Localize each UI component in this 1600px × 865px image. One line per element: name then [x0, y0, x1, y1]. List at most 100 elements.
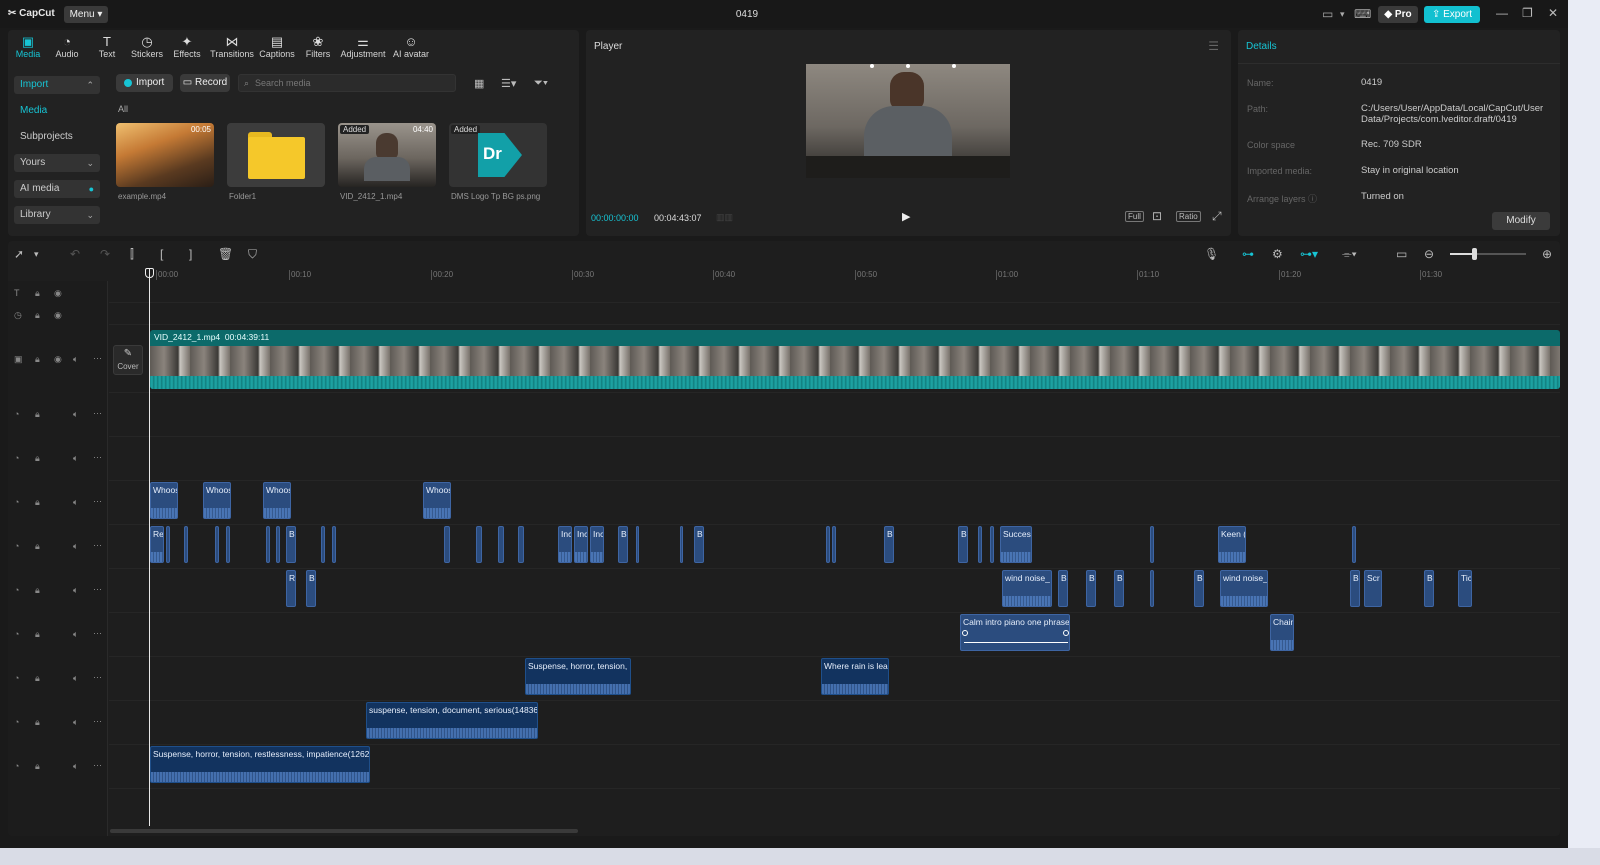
speaker-icon[interactable]: 🔈︎	[73, 409, 78, 420]
audio-clip-small[interactable]	[498, 526, 504, 563]
audio-clip[interactable]: Bi	[884, 526, 894, 563]
speaker-icon[interactable]: 🔈︎	[73, 497, 78, 508]
modify-button[interactable]: Modify	[1492, 212, 1550, 230]
audio-clip-small[interactable]	[276, 526, 280, 563]
sidebar-item-yours[interactable]: Yours ⌄	[14, 154, 100, 172]
more-icon[interactable]: ⋯	[93, 716, 102, 727]
search-input[interactable]: ⌕ Search media	[238, 74, 456, 92]
sort-icon[interactable]: ☰▾	[501, 77, 516, 90]
shield-icon[interactable]: ⛉	[248, 247, 257, 262]
audio-clip-small[interactable]	[1150, 526, 1154, 563]
tab-effects[interactable]: ✦ Effects	[167, 34, 207, 59]
delete-icon[interactable]: 🗑	[218, 247, 233, 261]
sidebar-item-subprojects[interactable]: Subprojects	[14, 128, 100, 146]
audio-clip-small[interactable]	[1150, 570, 1154, 607]
eye-icon[interactable]: ◉	[54, 288, 62, 299]
video-preview[interactable]	[806, 64, 1010, 178]
play-button[interactable]: ▶	[902, 210, 910, 223]
export-button[interactable]: ⇪ Export	[1424, 6, 1480, 23]
caption-track-icon[interactable]: ▭	[1396, 247, 1407, 261]
media-item-video[interactable]: Added 04:40	[338, 123, 436, 187]
speaker-icon[interactable]: 🔈︎	[73, 673, 78, 684]
more-icon[interactable]: ⋯	[93, 584, 102, 595]
sidebar-item-ai-media[interactable]: AI media ●	[14, 180, 100, 198]
audio-clip[interactable]: Re	[150, 526, 164, 563]
tab-captions[interactable]: ▤ Captions	[257, 34, 297, 59]
audio-clip[interactable]: suspense, tension, document, serious(148…	[366, 702, 538, 739]
tab-audio[interactable]: ◔ Audio	[47, 34, 87, 59]
audio-clip[interactable]: Whoos	[423, 482, 451, 519]
grid-view-icon[interactable]: ▦	[474, 77, 484, 90]
lock-icon[interactable]: 🔒︎	[35, 673, 40, 684]
audio-clip[interactable]: Keen (	[1218, 526, 1246, 563]
lock-icon[interactable]: 🔒︎	[35, 288, 40, 299]
audio-clip-small[interactable]	[476, 526, 482, 563]
audio-clip[interactable]: Bi	[1086, 570, 1096, 607]
restore-icon[interactable]: ❐	[1522, 6, 1533, 20]
keyframe-handle[interactable]	[1063, 630, 1069, 636]
import-button[interactable]: Import	[116, 74, 173, 92]
audio-clip-small[interactable]	[990, 526, 994, 563]
sidebar-item-library[interactable]: Library ⌄	[14, 206, 100, 224]
audio-clip[interactable]: wind noise_	[1220, 570, 1268, 607]
lock-icon[interactable]: 🔒︎	[35, 310, 40, 321]
zoom-slider[interactable]	[1450, 248, 1526, 260]
speaker-icon[interactable]: 🔈︎	[73, 541, 78, 552]
audio-clip[interactable]: Whoos	[263, 482, 291, 519]
audio-clip-small[interactable]	[826, 526, 830, 563]
redo-icon[interactable]: ↷	[100, 247, 110, 261]
lock-icon[interactable]: 🔒︎	[35, 453, 40, 464]
audio-clip-small[interactable]	[1352, 526, 1356, 563]
lock-icon[interactable]: 🔒︎	[35, 541, 40, 552]
audio-clip-small[interactable]	[321, 526, 325, 563]
media-item-folder[interactable]	[227, 123, 325, 187]
full-button[interactable]: Full	[1125, 211, 1144, 222]
speaker-icon[interactable]: 🔈︎	[73, 585, 78, 596]
audio-clip-small[interactable]	[332, 526, 336, 563]
menu-button[interactable]: Menu ▾	[64, 6, 108, 23]
more-icon[interactable]: ⋯	[93, 353, 102, 364]
snapshot-icon[interactable]: ⊡	[1152, 209, 1162, 223]
tab-media[interactable]: ▣ Media	[8, 34, 48, 59]
lock-icon[interactable]: 🔒︎	[35, 409, 40, 420]
chevron-down-icon[interactable]: ▾	[34, 249, 39, 260]
speaker-icon[interactable]: 🔈︎	[73, 354, 78, 365]
audio-clip-small[interactable]	[680, 526, 683, 563]
lock-icon[interactable]: 🔒︎	[35, 761, 40, 772]
shortcuts-icon[interactable]: ⌨	[1354, 7, 1371, 21]
audio-clip[interactable]: Succes	[1000, 526, 1032, 563]
horizontal-scrollbar[interactable]	[110, 829, 578, 833]
filter-icon[interactable]: ⏷▾	[534, 77, 548, 90]
more-icon[interactable]: ⋯	[93, 672, 102, 683]
main-video-clip[interactable]: VID_2412_1.mp4 00:04:39:11	[150, 330, 1560, 389]
audio-clip-small[interactable]	[266, 526, 270, 563]
eye-icon[interactable]: ◉	[54, 310, 62, 321]
more-icon[interactable]: ⋯	[93, 496, 102, 507]
hamburger-icon[interactable]: ☰	[1208, 39, 1219, 53]
tab-filters[interactable]: ❀ Filters	[298, 34, 338, 59]
zoom-in-icon[interactable]: ⊕	[1542, 247, 1552, 261]
info-icon[interactable]: ⓘ	[1308, 194, 1317, 204]
audio-clip[interactable]: wind noise_	[1002, 570, 1052, 607]
zoom-handle[interactable]	[1472, 248, 1477, 260]
chevron-down-icon[interactable]: ▾	[1340, 9, 1345, 20]
split-right-icon[interactable]: ]	[189, 247, 192, 261]
linkage-icon[interactable]: ⊶▾	[1300, 247, 1318, 261]
audio-clip[interactable]: Inc	[574, 526, 588, 563]
pro-button[interactable]: ◆ Pro	[1378, 6, 1418, 23]
audio-clip[interactable]: Bi	[618, 526, 628, 563]
zoom-out-icon[interactable]: ⊖	[1424, 247, 1434, 261]
audio-clip-small[interactable]	[518, 526, 524, 563]
record-button[interactable]: ▭ Record	[180, 74, 230, 92]
audio-clip-small[interactable]	[832, 526, 836, 563]
split-icon[interactable]: ⫿	[130, 247, 134, 262]
audio-clip-small[interactable]	[215, 526, 219, 563]
link-main-track-icon[interactable]: ⊶	[1242, 247, 1254, 261]
audio-clip[interactable]: Bi	[1350, 570, 1360, 607]
audio-clip[interactable]: Bi	[1114, 570, 1124, 607]
more-icon[interactable]: ⋯	[93, 408, 102, 419]
audio-clip-small[interactable]	[636, 526, 639, 563]
lock-icon[interactable]: 🔒︎	[35, 629, 40, 640]
audio-clip[interactable]: Inc	[590, 526, 604, 563]
tab-adjustment[interactable]: ⚌ Adjustment	[339, 34, 387, 59]
